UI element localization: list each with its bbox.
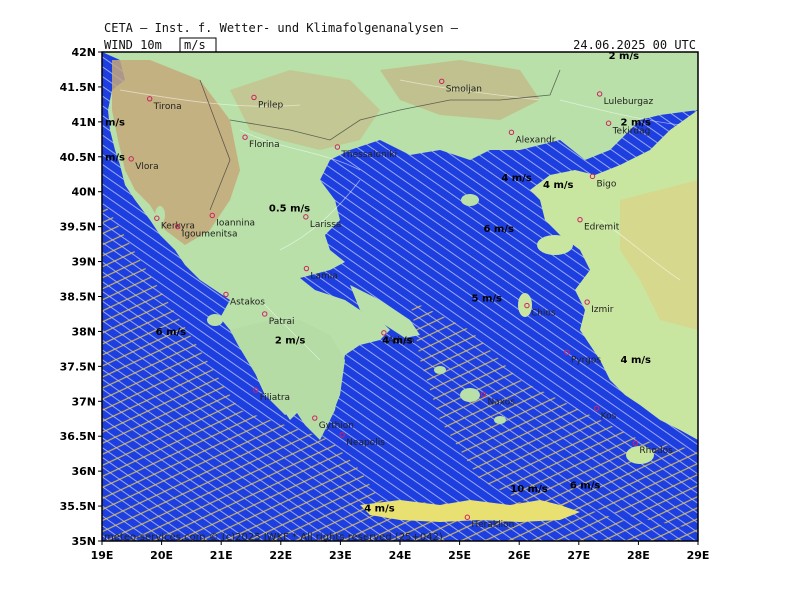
- wind-speed-label: 6 m/s: [570, 481, 601, 492]
- city-label: Edremit: [584, 223, 620, 233]
- city-label: Prilep: [258, 100, 284, 110]
- cyclades-island: [434, 366, 446, 374]
- city-label: Smoljan: [446, 84, 482, 94]
- wind-speed-label: m/s: [105, 117, 125, 128]
- wind-speed-label: 4 m/s: [621, 355, 652, 366]
- thasos-island: [461, 194, 479, 206]
- longitude-axis: 19E 20E 21E 22E 23E 24E 25E 26E 27E 28E 29E: [91, 541, 710, 562]
- city-label: Izmir: [591, 305, 614, 315]
- city-label: Lamia: [310, 272, 337, 282]
- naxos-island: [460, 388, 480, 402]
- wind-speed-label: 5 m/s: [472, 293, 503, 304]
- wind-speed-label: m/s: [105, 152, 125, 163]
- lat-tick-label: 42N: [71, 46, 96, 59]
- lon-tick-label: 26E: [508, 549, 531, 562]
- city-label: Astakos: [230, 297, 265, 307]
- lon-tick-label: 29E: [687, 549, 710, 562]
- lon-tick-label: 25E: [448, 549, 471, 562]
- cyclades-island: [494, 416, 506, 424]
- copyright-notice: meteo-services.com © (c)2025 IWKF * All …: [104, 532, 443, 543]
- city-label: Rhodos: [639, 446, 673, 456]
- lon-tick-label: 20E: [150, 549, 173, 562]
- city-label: Naxos: [487, 397, 515, 407]
- lon-tick-label: 28E: [627, 549, 650, 562]
- city-label: Alexandr.: [515, 135, 557, 145]
- wind-speed-label: 4 m/s: [543, 180, 574, 191]
- field-label: WIND 10m: [104, 38, 162, 52]
- wind-speed-label: 2 m/s: [621, 117, 652, 128]
- lat-tick-label: 38.5N: [60, 291, 96, 304]
- wind-speed-label: 0.5 m/s: [269, 203, 310, 214]
- unit-label: m/s: [184, 38, 206, 52]
- wind-speed-label: 2 m/s: [275, 335, 306, 346]
- lon-tick-label: 24E: [389, 549, 412, 562]
- lat-tick-label: 40.5N: [60, 151, 96, 164]
- lon-tick-label: 19E: [91, 549, 114, 562]
- lat-tick-label: 36.5N: [60, 430, 96, 443]
- lat-tick-label: 38N: [71, 325, 96, 338]
- lat-tick-label: 36N: [71, 465, 96, 478]
- city-label: Filiatra: [260, 393, 290, 403]
- lon-tick-label: 27E: [567, 549, 590, 562]
- wind-speed-label: 4 m/s: [364, 504, 395, 515]
- city-label: Luleburgaz: [604, 97, 654, 107]
- lat-tick-label: 39.5N: [60, 221, 96, 234]
- lat-tick-label: 41.5N: [60, 81, 96, 94]
- wind-speed-label: 4 m/s: [382, 335, 413, 346]
- lat-tick-label: 37.5N: [60, 360, 96, 373]
- city-label: Vlora: [135, 162, 158, 172]
- city-label: Chios: [531, 309, 556, 319]
- city-label: Bigo: [597, 179, 617, 189]
- lat-tick-label: 35N: [71, 535, 96, 548]
- city-label: Kos: [601, 411, 617, 421]
- wind-speed-label: 2 m/s: [609, 51, 640, 62]
- lat-tick-label: 37N: [71, 395, 96, 408]
- city-label: Larissa: [310, 220, 342, 230]
- city-label: Tirona: [153, 102, 182, 112]
- wind-speed-label: 10 m/s: [510, 484, 547, 495]
- latitude-axis: 42N 41.5N 41N 40.5N 40N 39.5N 39N 38.5N 38N 37.5N…: [60, 46, 102, 548]
- city-label: Thessaloniki: [340, 150, 397, 160]
- wind-speed-label: 6 m/s: [483, 224, 514, 235]
- lat-tick-label: 40N: [71, 186, 96, 199]
- lon-tick-label: 23E: [329, 549, 352, 562]
- institute-title: CETA — Inst. f. Wetter- und Klimafolgena…: [104, 21, 459, 35]
- city-label: Pyrgos: [571, 355, 602, 365]
- lat-tick-label: 41N: [71, 116, 96, 129]
- lesbos: [537, 235, 573, 255]
- lat-tick-label: 39N: [71, 256, 96, 269]
- kefalonia-island: [207, 314, 223, 326]
- city-label: Gythion: [319, 421, 354, 431]
- city-label: Florina: [249, 140, 280, 150]
- lon-tick-label: 22E: [269, 549, 292, 562]
- city-label: Igoumenitsa: [182, 230, 238, 240]
- city-label: Ioannina: [216, 218, 255, 228]
- lat-tick-label: 35.5N: [60, 500, 96, 513]
- wind-speed-label: 6 m/s: [156, 327, 187, 338]
- datetime-label: 24.06.2025 00 UTC: [573, 38, 696, 52]
- wind-map: CETA — Inst. f. Wetter- und Klimafolgena…: [60, 21, 710, 562]
- lon-tick-label: 21E: [210, 549, 233, 562]
- city-label: Neapolis: [346, 438, 385, 448]
- city-label: Heraklion: [471, 520, 514, 530]
- wind-speed-label: 4 m/s: [501, 173, 532, 184]
- city-label: Patrai: [269, 317, 295, 327]
